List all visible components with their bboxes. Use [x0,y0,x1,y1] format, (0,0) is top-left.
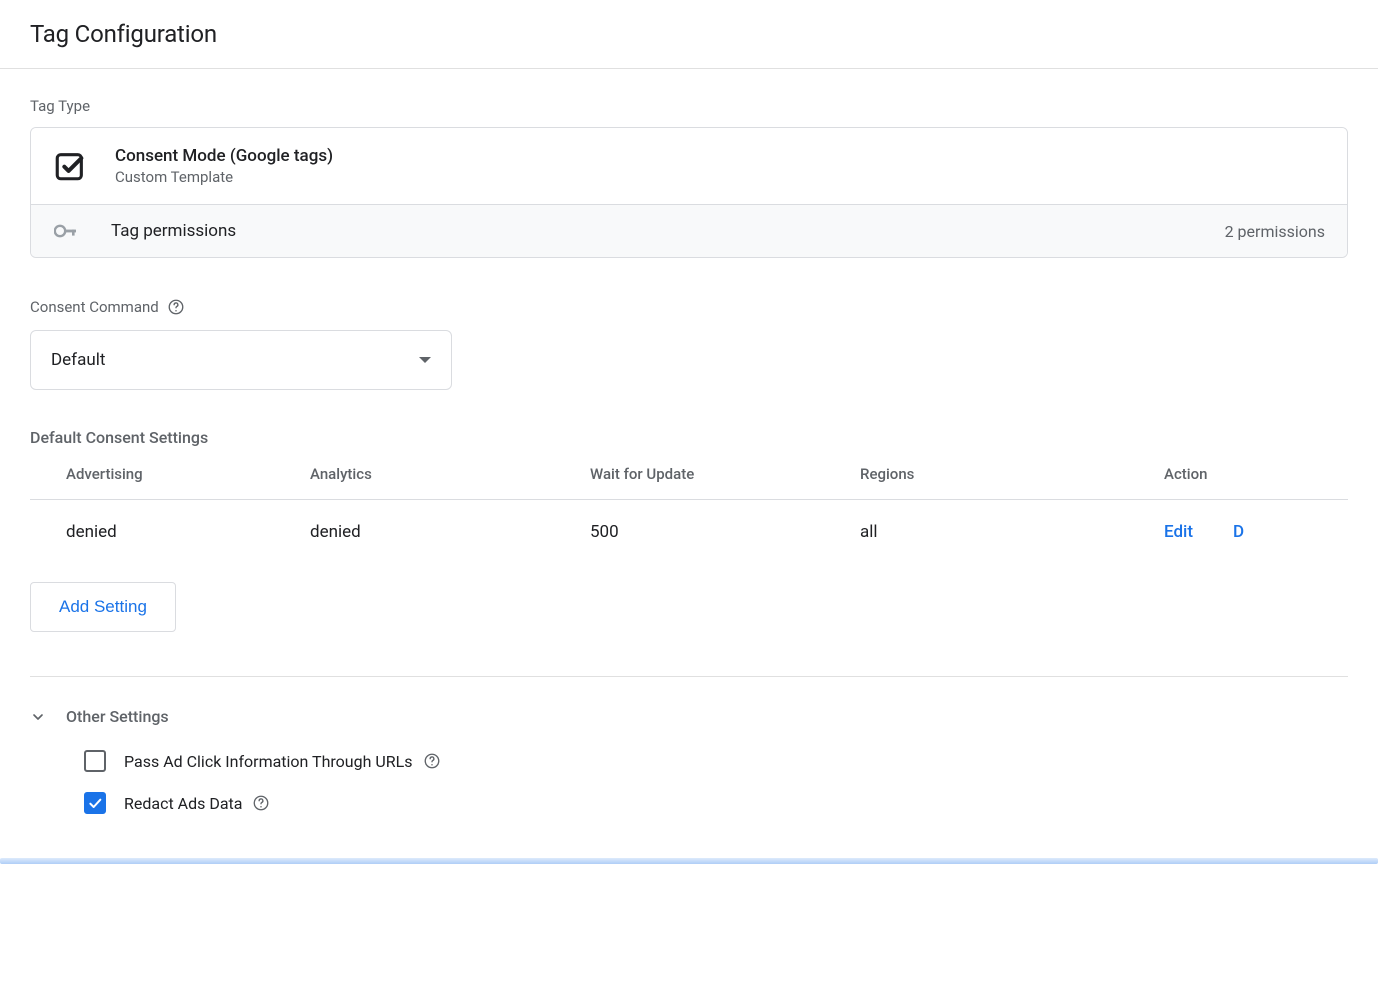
checkbox-label-redact-ads: Redact Ads Data [124,794,270,813]
table-row: denied denied 500 all Edit D [30,500,1348,564]
td-wait: 500 [590,522,860,542]
help-icon[interactable] [423,752,441,770]
section-divider [30,676,1348,677]
th-wait: Wait for Update [590,465,860,483]
tag-type-text: Consent Mode (Google tags) Custom Templa… [115,146,333,186]
checkbox-row-pass-ad-click: Pass Ad Click Information Through URLs [84,750,1348,772]
content: Tag Type Consent Mode (Google tags) Cust… [0,69,1378,834]
tag-type-row[interactable]: Consent Mode (Google tags) Custom Templa… [31,128,1347,204]
td-advertising: denied [66,522,310,542]
tag-type-title: Consent Mode (Google tags) [115,146,333,166]
td-analytics: denied [310,522,590,542]
checkbox-list: Pass Ad Click Information Through URLs [30,750,1348,814]
tag-type-subtitle: Custom Template [115,168,333,186]
td-action: Edit D [1164,522,1348,542]
add-setting-button[interactable]: Add Setting [30,582,176,632]
checkbox-pass-ad-click[interactable] [84,750,106,772]
consent-command-select-wrapper: Default [30,330,452,390]
other-settings-title: Other Settings [66,707,169,726]
help-icon[interactable] [252,794,270,812]
help-icon[interactable] [167,298,185,316]
consent-command-label: Consent Command [30,298,159,316]
th-action: Action [1164,465,1348,483]
consent-command-value: Default [51,350,105,370]
table-header: Advertising Analytics Wait for Update Re… [30,465,1348,500]
tag-permissions-row[interactable]: Tag permissions 2 permissions [31,204,1347,257]
th-advertising: Advertising [66,465,310,483]
default-consent-title: Default Consent Settings [30,428,1348,447]
th-analytics: Analytics [310,465,590,483]
consent-settings-table: Advertising Analytics Wait for Update Re… [30,465,1348,564]
chevron-down-icon [30,709,46,725]
permissions-count: 2 permissions [1225,222,1325,241]
permissions-label: Tag permissions [111,221,1225,241]
delete-link[interactable]: D [1233,522,1244,542]
edit-link[interactable]: Edit [1164,522,1193,542]
header: Tag Configuration [0,0,1378,68]
key-icon [53,221,79,241]
checkbox-tag-icon [53,149,87,183]
checkbox-row-redact-ads: Redact Ads Data [84,792,1348,814]
caret-down-icon [419,357,431,363]
checkbox-label-pass-ad-click: Pass Ad Click Information Through URLs [124,752,441,771]
page-title: Tag Configuration [30,20,1348,48]
consent-command-label-row: Consent Command [30,298,1348,316]
other-settings-section: Other Settings Pass Ad Click Information… [30,707,1348,814]
th-regions: Regions [860,465,1164,483]
tag-type-label: Tag Type [30,97,1348,115]
checkbox-redact-ads[interactable] [84,792,106,814]
other-settings-header[interactable]: Other Settings [30,707,1348,726]
bottom-shadow [0,858,1378,864]
td-regions: all [860,522,1164,542]
consent-command-select[interactable]: Default [30,330,452,390]
tag-type-card: Consent Mode (Google tags) Custom Templa… [30,127,1348,258]
consent-command-section: Consent Command Default [30,298,1348,390]
